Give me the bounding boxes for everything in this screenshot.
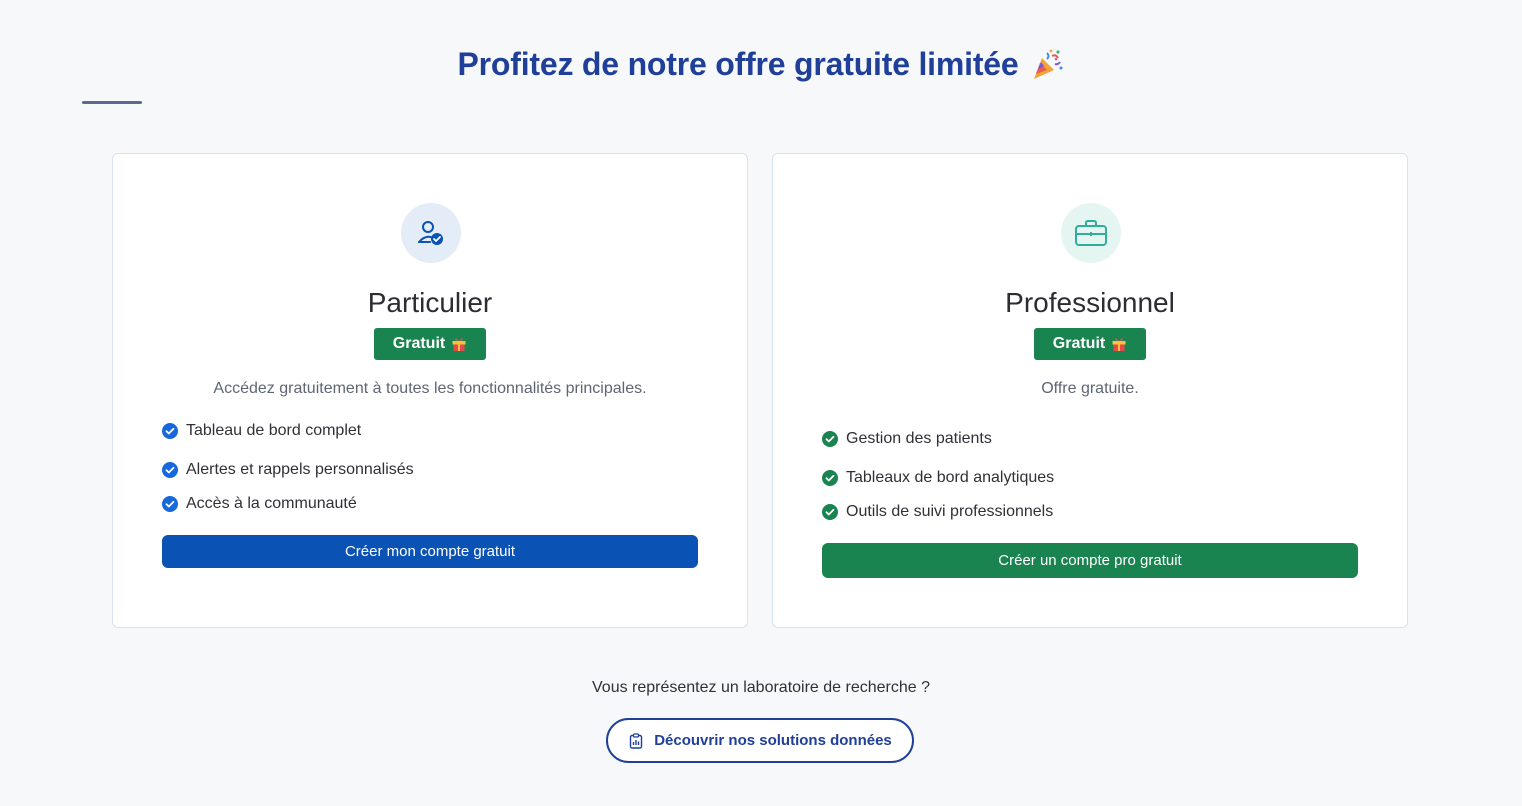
feature-label: Tableau de bord complet	[186, 422, 362, 439]
feature-item: Alertes et rappels personnalisés	[162, 453, 414, 487]
feature-list: Gestion des patients Tableaux de bord an…	[822, 428, 1054, 529]
check-circle-icon	[162, 423, 178, 439]
feature-item: Gestion des patients	[822, 428, 1054, 450]
feature-label: Accès à la communauté	[186, 495, 357, 512]
free-badge: Gratuit	[1034, 328, 1146, 360]
feature-item: Accès à la communauté	[162, 487, 414, 521]
user-check-icon	[401, 203, 461, 263]
plan-card-individual: Particulier Gratuit Accédez gratuitement…	[112, 153, 748, 628]
gift-icon	[451, 336, 467, 352]
check-circle-icon	[822, 504, 838, 520]
check-circle-icon	[822, 431, 838, 447]
check-circle-icon	[162, 462, 178, 478]
feature-label: Alertes et rappels personnalisés	[186, 461, 414, 478]
badge-label: Gratuit	[392, 335, 446, 352]
plan-description: Accédez gratuitement à toutes les foncti…	[213, 380, 647, 397]
briefcase-icon	[1061, 203, 1121, 263]
page-header: Profitez de notre offre gratuite limitée	[0, 46, 1522, 83]
research-lab-question: Vous représentez un laboratoire de reche…	[592, 679, 930, 696]
party-popper-icon	[1030, 48, 1064, 82]
badge-label: Gratuit	[1052, 335, 1106, 352]
page-title-text: Profitez de notre offre gratuite limitée	[457, 46, 1019, 82]
check-circle-icon	[162, 496, 178, 512]
discover-data-solutions-label: Découvrir nos solutions données	[654, 732, 892, 749]
check-circle-icon	[822, 470, 838, 486]
page-title: Profitez de notre offre gratuite limitée	[458, 46, 1065, 83]
feature-item: Tableau de bord complet	[162, 420, 414, 442]
clipboard-chart-icon	[628, 732, 644, 749]
plan-title: Professionnel	[1005, 287, 1175, 318]
title-underline	[82, 101, 142, 104]
feature-label: Gestion des patients	[846, 430, 992, 447]
free-badge: Gratuit	[374, 328, 486, 360]
feature-item: Outils de suivi professionnels	[822, 495, 1054, 529]
plan-title: Particulier	[367, 287, 493, 318]
create-pro-account-button[interactable]: Créer un compte pro gratuit	[822, 543, 1358, 578]
gift-icon	[1111, 336, 1127, 352]
discover-data-solutions-button[interactable]: Découvrir nos solutions données	[606, 718, 914, 763]
feature-item: Tableaux de bord analytiques	[822, 461, 1054, 495]
feature-label: Tableaux de bord analytiques	[846, 469, 1055, 486]
plan-card-professional: Professionnel Gratuit Offre gratuite. Ge…	[772, 153, 1408, 628]
feature-list: Tableau de bord complet Alertes et rappe…	[162, 420, 414, 521]
plan-description: Offre gratuite.	[1041, 380, 1139, 397]
feature-label: Outils de suivi professionnels	[846, 503, 1054, 520]
create-free-account-button[interactable]: Créer mon compte gratuit	[162, 535, 698, 568]
